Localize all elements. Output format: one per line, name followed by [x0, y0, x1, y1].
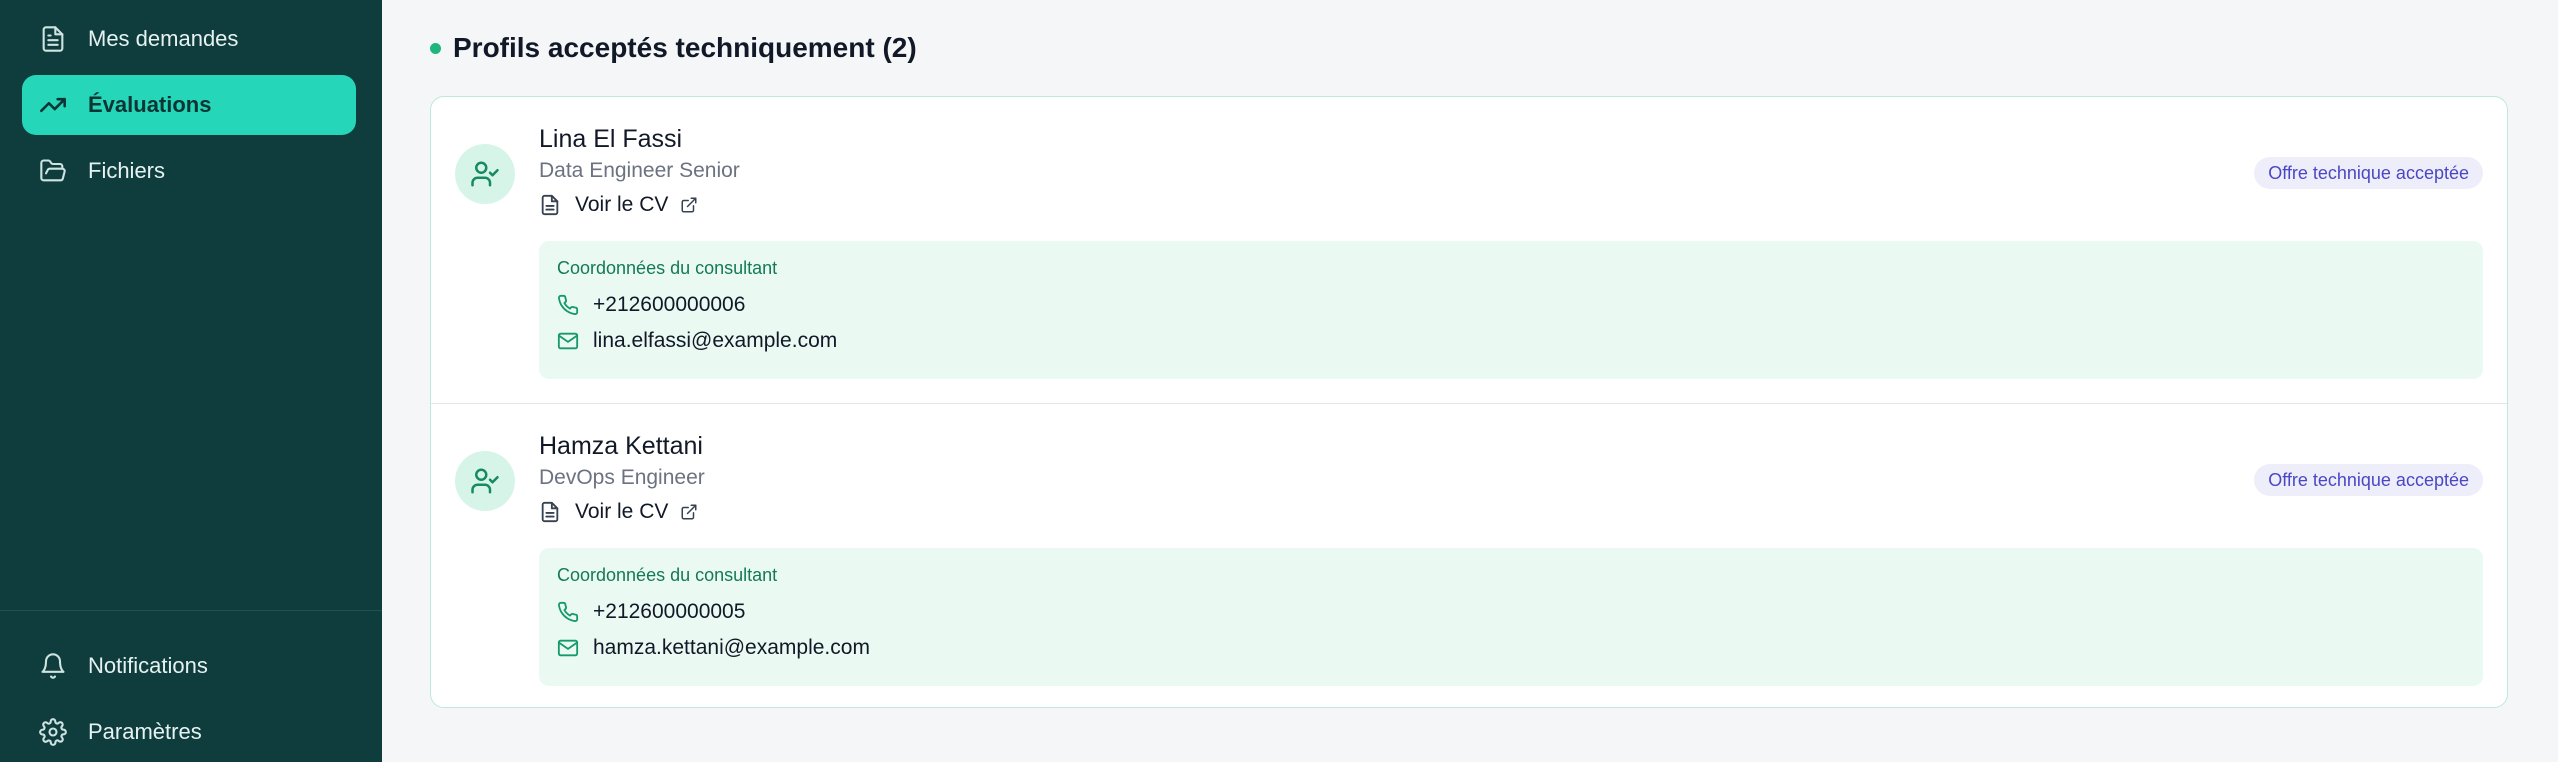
view-cv-link[interactable]: Voir le CV — [539, 193, 698, 217]
sidebar-item-fichiers[interactable]: Fichiers — [22, 141, 356, 201]
sidebar-item-label: Paramètres — [88, 719, 202, 744]
sidebar-item-notifications[interactable]: Notifications — [22, 636, 356, 696]
settings-icon — [38, 717, 68, 747]
sidebar: Mes demandes Évaluations Fichiers Notifi… — [0, 0, 382, 762]
sidebar-item-label: Notifications — [88, 653, 208, 678]
main-content: Profils acceptés techniquement (2) Lina … — [382, 0, 2558, 762]
trending-up-icon — [38, 90, 68, 120]
mail-icon — [557, 332, 579, 350]
view-cv-label: Voir le CV — [575, 500, 669, 523]
email-address: lina.elfassi@example.com — [593, 329, 838, 352]
consultant-contact-box: Coordonnées du consultant +212600000005 … — [539, 548, 2483, 686]
mail-icon — [557, 639, 579, 657]
contact-email[interactable]: lina.elfassi@example.com — [557, 329, 837, 353]
section-title: Profils acceptés techniquement (2) — [453, 32, 917, 63]
sidebar-item-parametres[interactable]: Paramètres — [22, 702, 356, 762]
consultant-contact-box: Coordonnées du consultant +212600000006 … — [539, 241, 2483, 379]
file-text-icon — [541, 501, 559, 523]
contact-email[interactable]: hamza.kettani@example.com — [557, 636, 870, 660]
user-check-icon — [455, 451, 515, 511]
status-dot — [430, 42, 441, 54]
contact-phone[interactable]: +212600000005 — [557, 600, 745, 624]
phone-number: +212600000006 — [593, 293, 746, 316]
status-badge: Offre technique acceptée — [2254, 157, 2483, 189]
bell-icon — [38, 651, 68, 681]
profile-name: Hamza Kettani — [539, 432, 703, 460]
contact-phone[interactable]: +212600000006 — [557, 293, 745, 317]
contact-title: Coordonnées du consultant — [557, 258, 778, 278]
status-badge: Offre technique acceptée — [2254, 464, 2483, 496]
user-check-icon — [455, 144, 515, 204]
phone-icon — [558, 601, 579, 623]
sidebar-item-label: Mes demandes — [88, 26, 239, 51]
phone-icon — [558, 294, 579, 316]
file-text-icon — [38, 24, 68, 54]
profiles-card: Lina El Fassi Data Engineer Senior Voir … — [430, 96, 2508, 708]
sidebar-divider — [0, 610, 382, 611]
folder-open-icon — [38, 156, 68, 186]
profile-role: DevOps Engineer — [539, 466, 705, 489]
view-cv-label: Voir le CV — [575, 193, 669, 216]
profile-name: Lina El Fassi — [539, 125, 683, 153]
profile-item: Lina El Fassi Data Engineer Senior Voir … — [431, 97, 2507, 403]
profile-role: Data Engineer Senior — [539, 159, 740, 182]
sidebar-item-label: Évaluations — [88, 92, 212, 117]
file-text-icon — [541, 194, 559, 216]
sidebar-item-evaluations[interactable]: Évaluations — [22, 75, 356, 135]
sidebar-item-label: Fichiers — [88, 158, 166, 183]
contact-title: Coordonnées du consultant — [557, 565, 778, 585]
view-cv-link[interactable]: Voir le CV — [539, 500, 698, 524]
profile-item: Hamza Kettani DevOps Engineer Voir le CV… — [431, 403, 2507, 710]
sidebar-item-mes-demandes[interactable]: Mes demandes — [22, 9, 356, 69]
phone-number: +212600000005 — [593, 600, 746, 623]
email-address: hamza.kettani@example.com — [593, 636, 870, 659]
external-link-icon — [681, 504, 697, 520]
external-link-icon — [681, 197, 697, 213]
section-header: Profils acceptés techniquement (2) — [430, 32, 917, 64]
